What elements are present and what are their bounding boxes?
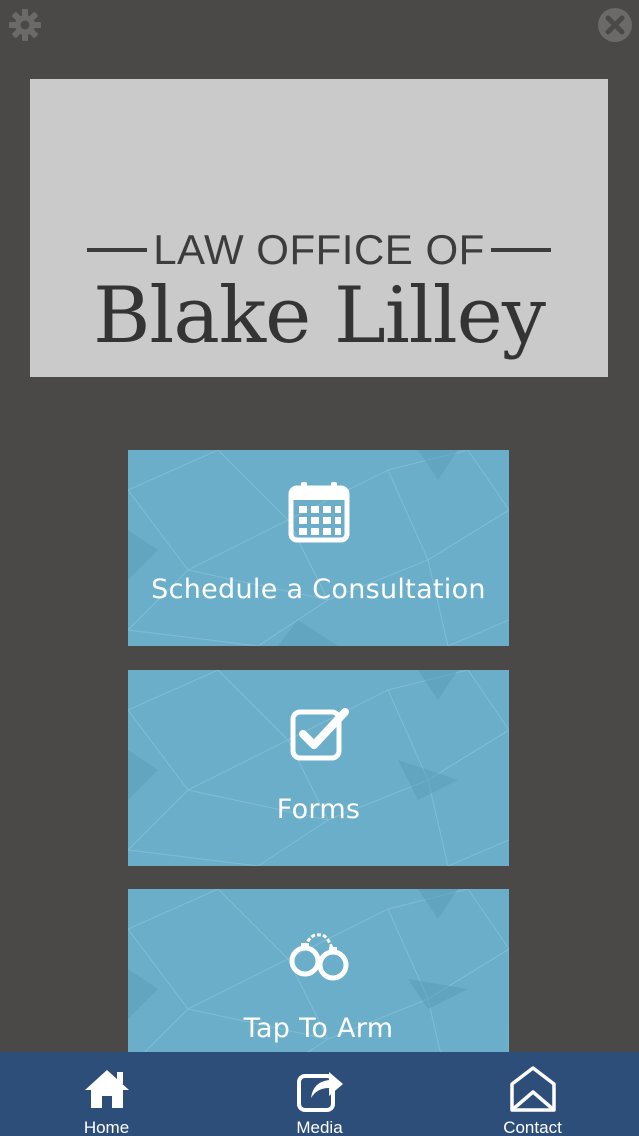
gear-icon[interactable] bbox=[8, 8, 42, 42]
tab-contact[interactable]: Contact bbox=[426, 1052, 639, 1136]
tab-home[interactable]: Home bbox=[0, 1052, 213, 1136]
envelope-icon bbox=[509, 1066, 556, 1112]
tab-label-home: Home bbox=[83, 1118, 130, 1136]
tab-label-media: Media bbox=[296, 1118, 343, 1136]
tab-label-contact: Contact bbox=[503, 1118, 562, 1136]
logo-rule-right bbox=[490, 248, 551, 252]
checkbox-icon bbox=[290, 708, 349, 761]
tile-label-forms: Forms bbox=[276, 794, 361, 825]
tile-label-schedule: Schedule a Consultation bbox=[151, 574, 486, 605]
bottom-tab-bar: Home Media Contact bbox=[0, 1052, 639, 1136]
logo-rule-left bbox=[87, 248, 148, 252]
logo-name: Blake Lilley bbox=[93, 271, 546, 361]
logo-subtitle: LAW OFFICE OF bbox=[153, 226, 485, 273]
schedule-consultation-tile[interactable]: Schedule a Consultation bbox=[128, 450, 509, 646]
calendar-icon bbox=[288, 482, 349, 543]
tab-media[interactable]: Media bbox=[213, 1052, 426, 1136]
law-office-logo: LAW OFFICE OF Blake Lilley bbox=[30, 79, 608, 377]
forms-tile[interactable]: Forms bbox=[128, 670, 509, 866]
home-icon bbox=[84, 1070, 129, 1108]
handcuffs-icon bbox=[289, 933, 348, 981]
share-icon bbox=[296, 1072, 343, 1112]
tile-label-tap-to-arm: Tap To Arm bbox=[243, 1013, 394, 1044]
logo-top-line: LAW OFFICE OF bbox=[30, 229, 608, 271]
close-icon[interactable] bbox=[597, 7, 633, 43]
